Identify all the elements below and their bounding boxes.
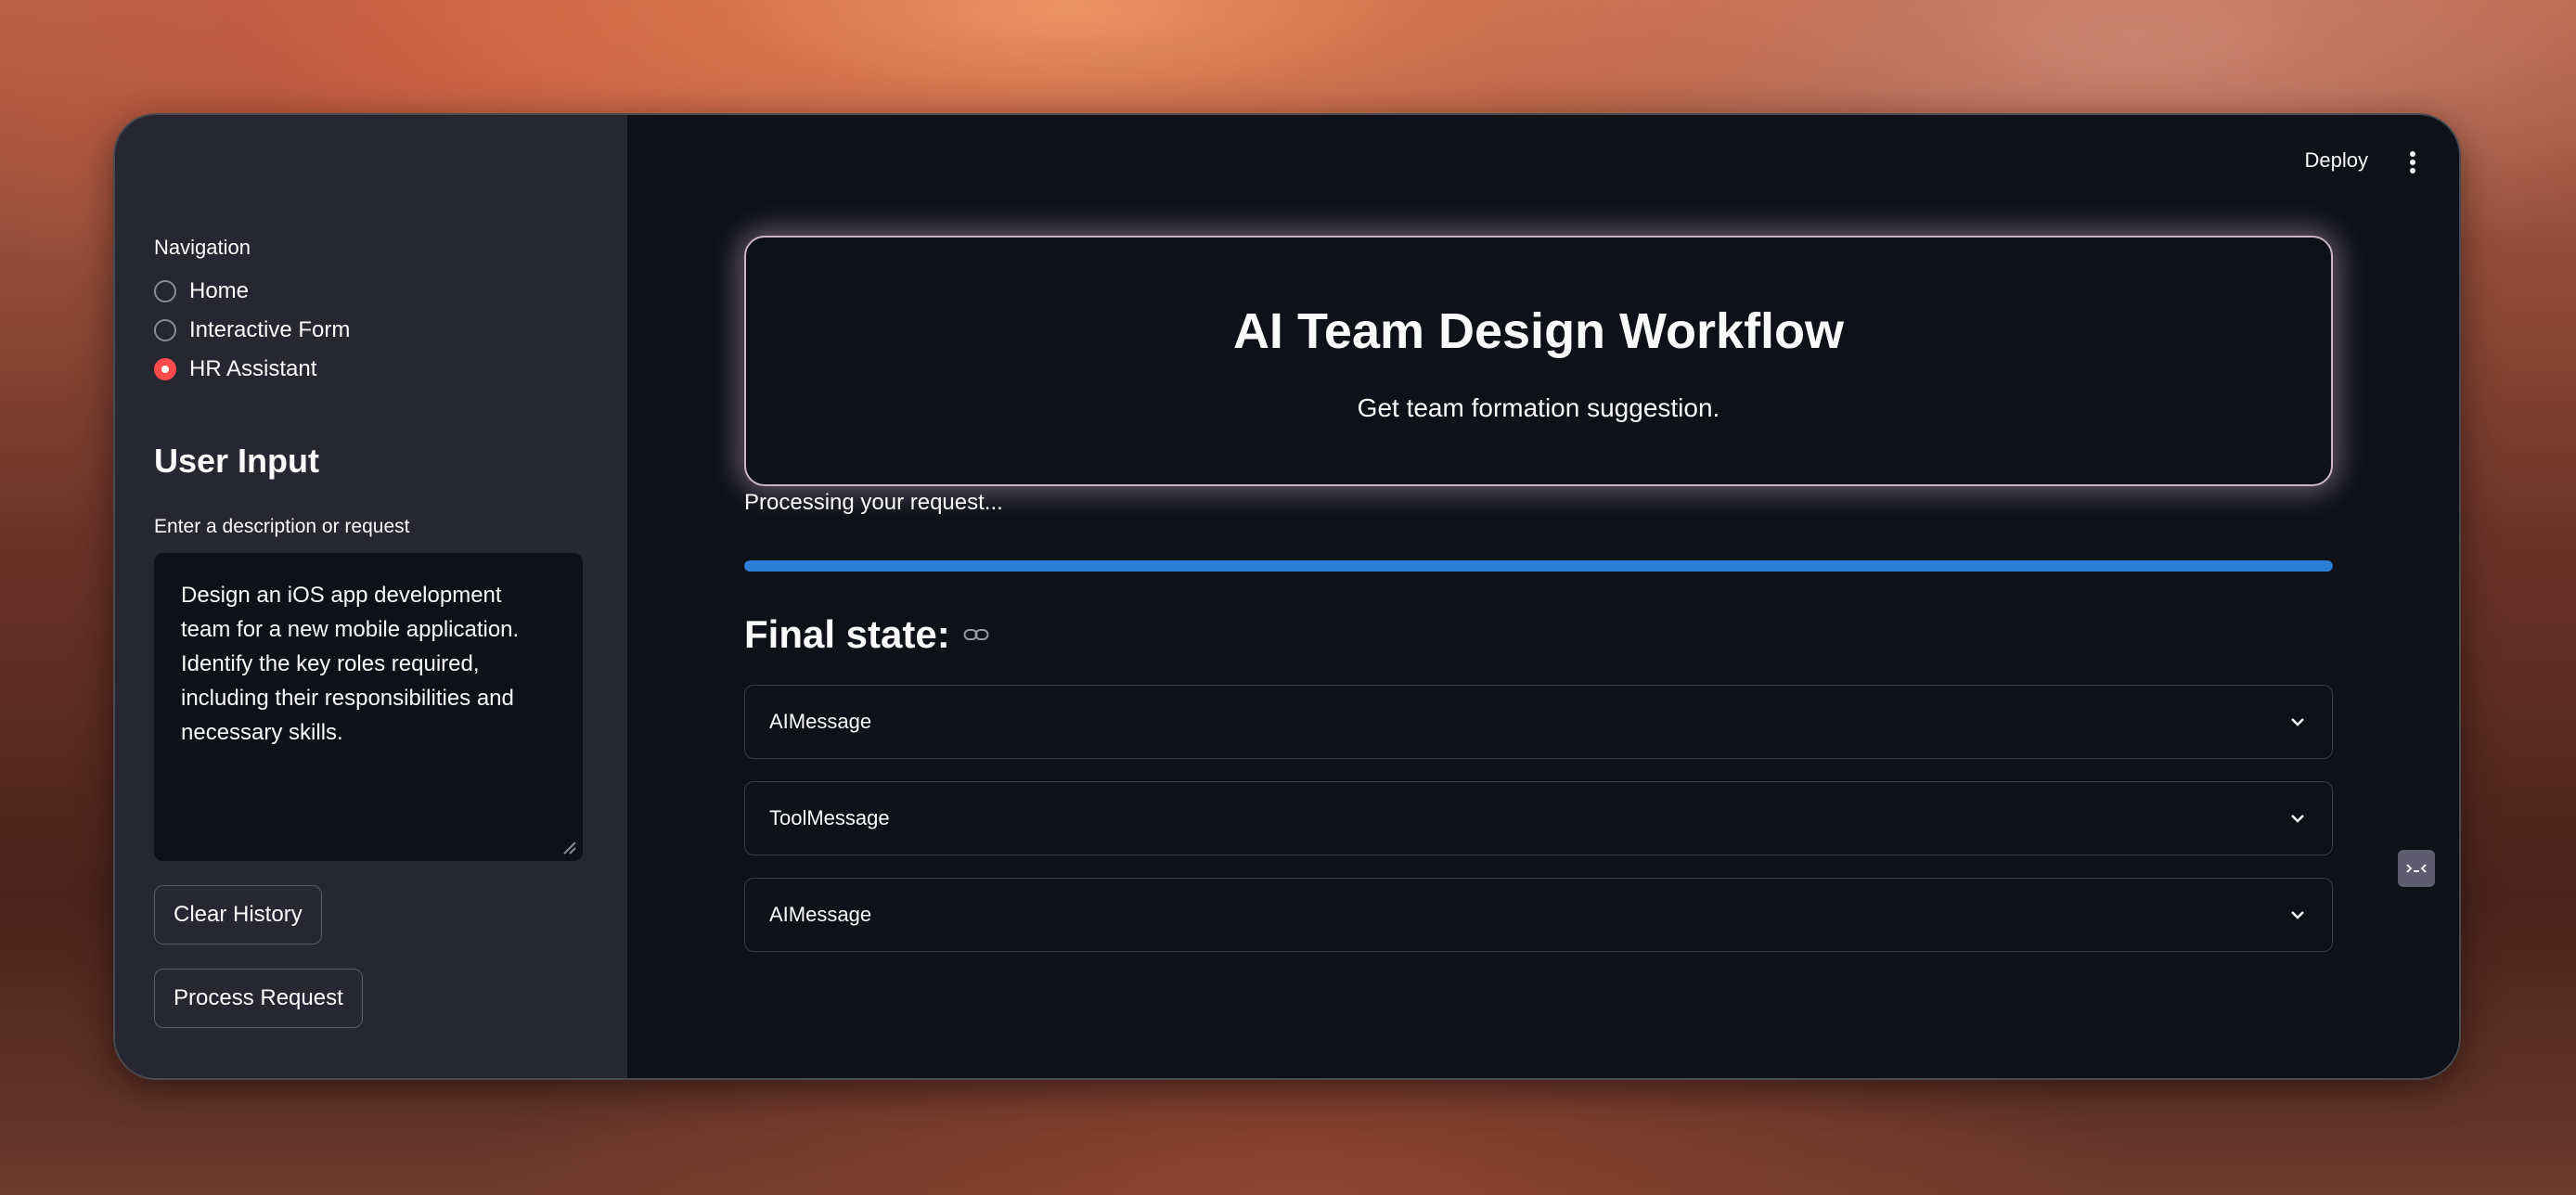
nav-option-label: Home	[189, 278, 250, 303]
collapse-toggle-button[interactable]	[2398, 850, 2435, 887]
expander-aimessage[interactable]: AIMessage	[744, 685, 2333, 759]
final-state-heading-text: Final state:	[744, 612, 950, 656]
user-input-heading: User Input	[154, 442, 320, 480]
radio-checked-icon[interactable]	[154, 358, 176, 380]
nav-option-label: Interactive Form	[189, 317, 351, 342]
expander-aimessage-2[interactable]: AIMessage	[744, 878, 2333, 952]
hero-card: AI Team Design Workflow Get team formati…	[744, 236, 2333, 486]
chevron-down-icon	[2291, 718, 2304, 726]
expander-label: AIMessage	[769, 710, 872, 733]
deploy-button[interactable]: Deploy	[2305, 148, 2368, 173]
clear-history-button[interactable]: Clear History	[154, 885, 322, 944]
expander-toolmessage[interactable]: ToolMessage	[744, 781, 2333, 855]
page-title: AI Team Design Workflow	[1232, 303, 1845, 359]
nav-option-interactive-form[interactable]: Interactive Form	[154, 317, 350, 343]
sidebar: Navigation Home Interactive Form HR Assi…	[115, 115, 627, 1078]
link-icon[interactable]	[963, 627, 989, 642]
resize-grip-icon[interactable]	[560, 839, 577, 855]
process-request-button[interactable]: Process Request	[154, 969, 363, 1028]
description-field-label: Enter a description or request	[154, 516, 410, 537]
chevron-down-icon	[2291, 815, 2304, 823]
nav-option-label: HR Assistant	[189, 356, 317, 381]
nav-option-home[interactable]: Home	[154, 278, 249, 304]
progress-fill	[744, 560, 2333, 572]
radio-unchecked-icon[interactable]	[154, 319, 176, 341]
main-content: Deploy AI Team Design Workflow Get team …	[627, 115, 2459, 1078]
status-text: Processing your request...	[744, 490, 1003, 515]
nav-option-hr-assistant[interactable]: HR Assistant	[154, 356, 316, 382]
chevron-down-icon	[2291, 911, 2304, 919]
final-state-heading: Final state:	[744, 612, 989, 657]
description-textarea[interactable]: Design an iOS app development team for a…	[154, 553, 583, 861]
page-subtitle: Get team formation suggestion.	[1357, 393, 1720, 422]
collapse-arrows-icon	[2406, 864, 2427, 873]
expander-label: AIMessage	[769, 903, 872, 926]
kebab-menu-icon[interactable]	[2409, 150, 2416, 174]
app-window: Navigation Home Interactive Form HR Assi…	[115, 115, 2459, 1078]
progress-bar	[744, 560, 2333, 572]
radio-unchecked-icon[interactable]	[154, 280, 176, 302]
navigation-label: Navigation	[154, 236, 251, 259]
expander-label: ToolMessage	[769, 806, 890, 829]
